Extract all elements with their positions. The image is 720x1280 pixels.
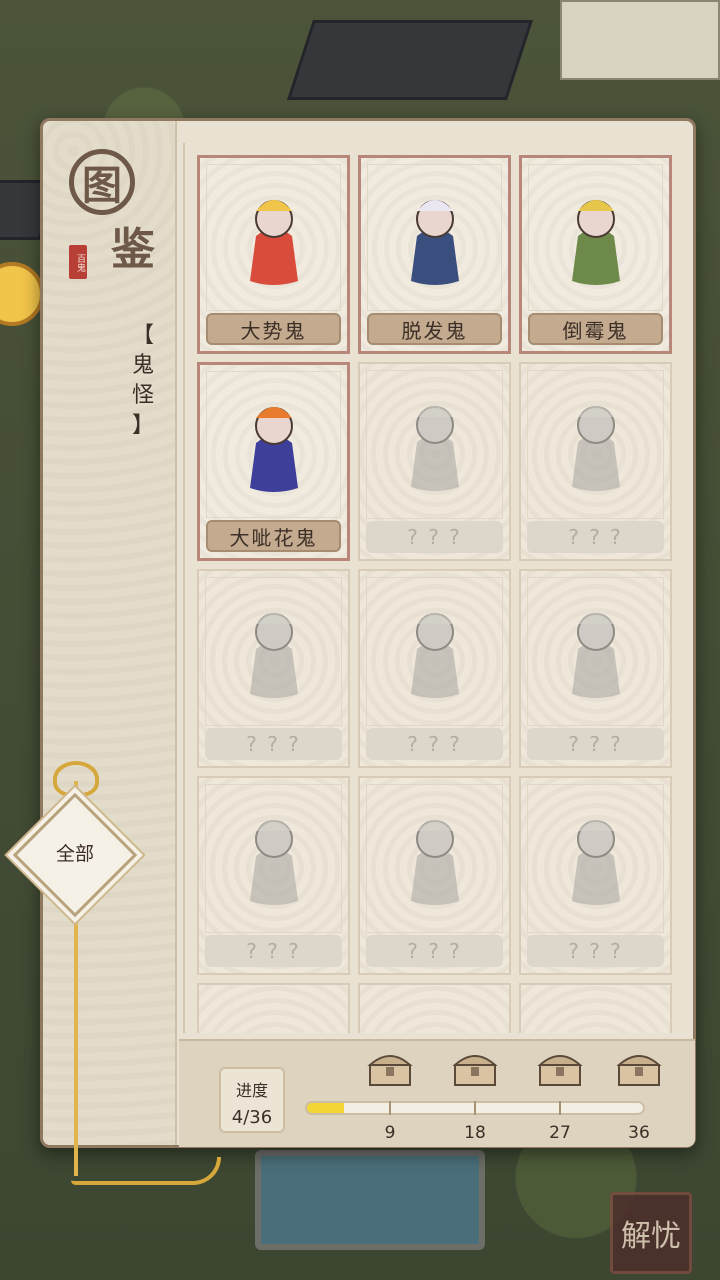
milestone-tick [474,1101,476,1115]
card-name: ? ? ? [366,521,503,553]
progress-label: 进度 [235,1081,268,1100]
filter-label[interactable]: 全部 [31,839,119,866]
collection-card[interactable]: 倒霉鬼 [519,155,672,354]
card-name: 大呲花鬼 [206,520,341,552]
ghost-monk-icon [249,200,298,285]
progress-bar-fill [307,1103,345,1113]
collection-card[interactable]: ? ? ? [519,776,672,975]
card-name: 脱发鬼 [367,313,502,345]
ghost-silhouette-icon [249,820,298,905]
milestone-number: 27 [549,1123,571,1143]
pond [255,1150,485,1250]
chinese-knot-icon [53,761,99,797]
card-name: ? ? ? [205,728,342,760]
milestone-tick [389,1101,391,1115]
card-name: ? ? ? [366,935,503,967]
card-name: ? ? ? [527,521,664,553]
milestone-number: 36 [628,1123,650,1143]
collection-card[interactable]: ? ? ? [197,776,350,975]
jieyou-button[interactable]: 解忧 [610,1192,692,1274]
collection-card[interactable]: ? ? ? [358,776,511,975]
collection-card[interactable]: ? ? ? [197,569,350,768]
category-char: 怪 [131,383,154,408]
milestone-tick [559,1101,561,1115]
collection-card-partial[interactable] [519,983,672,1033]
tassel-icon [71,1157,221,1185]
building-roof [287,20,533,100]
ghost-silhouette-icon [571,820,620,905]
collection-grid: 大势鬼 脱发鬼 倒霉鬼大呲花鬼 ? ? ? ? ? ? ? ? ? ? ? ? ? ? ? ? … [197,155,672,1033]
treasure-chest-icon[interactable] [451,1047,499,1087]
collection-card[interactable]: ? ? ? [358,362,511,561]
progress-value: 4/36 [231,1107,273,1128]
card-name: ? ? ? [366,728,503,760]
ghost-silhouette-icon [410,613,459,698]
ghost-silhouette-icon [410,820,459,905]
progress-section: 进度 4/36 9 18 27 36 [179,1039,695,1147]
ghost-firework-icon [249,407,298,492]
collection-card[interactable]: ? ? ? [358,569,511,768]
card-name: 大势鬼 [206,313,341,345]
title-char-1: 图 [69,149,135,215]
ghost-silhouette-icon [571,613,620,698]
category-char: 鬼 [131,353,154,378]
ghost-scholar-icon [410,200,459,285]
collection-grid-scroll[interactable]: 大势鬼 脱发鬼 倒霉鬼大呲花鬼 ? ? ? ? ? ? ? ? ? ? ? ? ? ? ? ? … [183,143,673,1033]
card-name: 倒霉鬼 [528,313,663,345]
collection-card[interactable]: ? ? ? [519,362,672,561]
milestone-number: 18 [464,1123,486,1143]
collection-card-partial[interactable] [358,983,511,1033]
collection-card[interactable]: 脱发鬼 [358,155,511,354]
collection-card-partial[interactable] [197,983,350,1033]
card-name: ? ? ? [527,935,664,967]
collection-card[interactable]: 大呲花鬼 [197,362,350,561]
ghost-silhouette-icon [249,613,298,698]
category-char: 】 [131,413,154,438]
building-wall [560,0,720,80]
category-label[interactable]: 【 鬼 怪 】 [127,321,159,441]
ghost-silhouette-icon [571,406,620,491]
sidebar: 图 鉴 百鬼 【 鬼 怪 】 全部 [12,121,221,1185]
card-name: ? ? ? [527,728,664,760]
ghost-unlucky-icon [571,200,620,285]
title-char-2: 鉴 [111,224,155,275]
seal-stamp: 百鬼 [69,245,87,279]
treasure-chest-icon[interactable] [536,1047,584,1087]
collection-panel: 图 鉴 百鬼 【 鬼 怪 】 全部 大势鬼 脱发鬼 倒霉鬼大呲花鬼 ? ? ? ? ? … [12,118,696,1185]
ghost-silhouette-icon [410,406,459,491]
treasure-chest-icon[interactable] [615,1047,663,1087]
progress-box: 进度 4/36 [219,1067,285,1133]
collection-card[interactable]: ? ? ? [519,569,672,768]
card-name: ? ? ? [205,935,342,967]
collection-card[interactable]: 大势鬼 [197,155,350,354]
milestone-number: 9 [384,1123,396,1143]
category-char: 【 [131,323,154,348]
treasure-chest-icon[interactable] [366,1047,414,1087]
